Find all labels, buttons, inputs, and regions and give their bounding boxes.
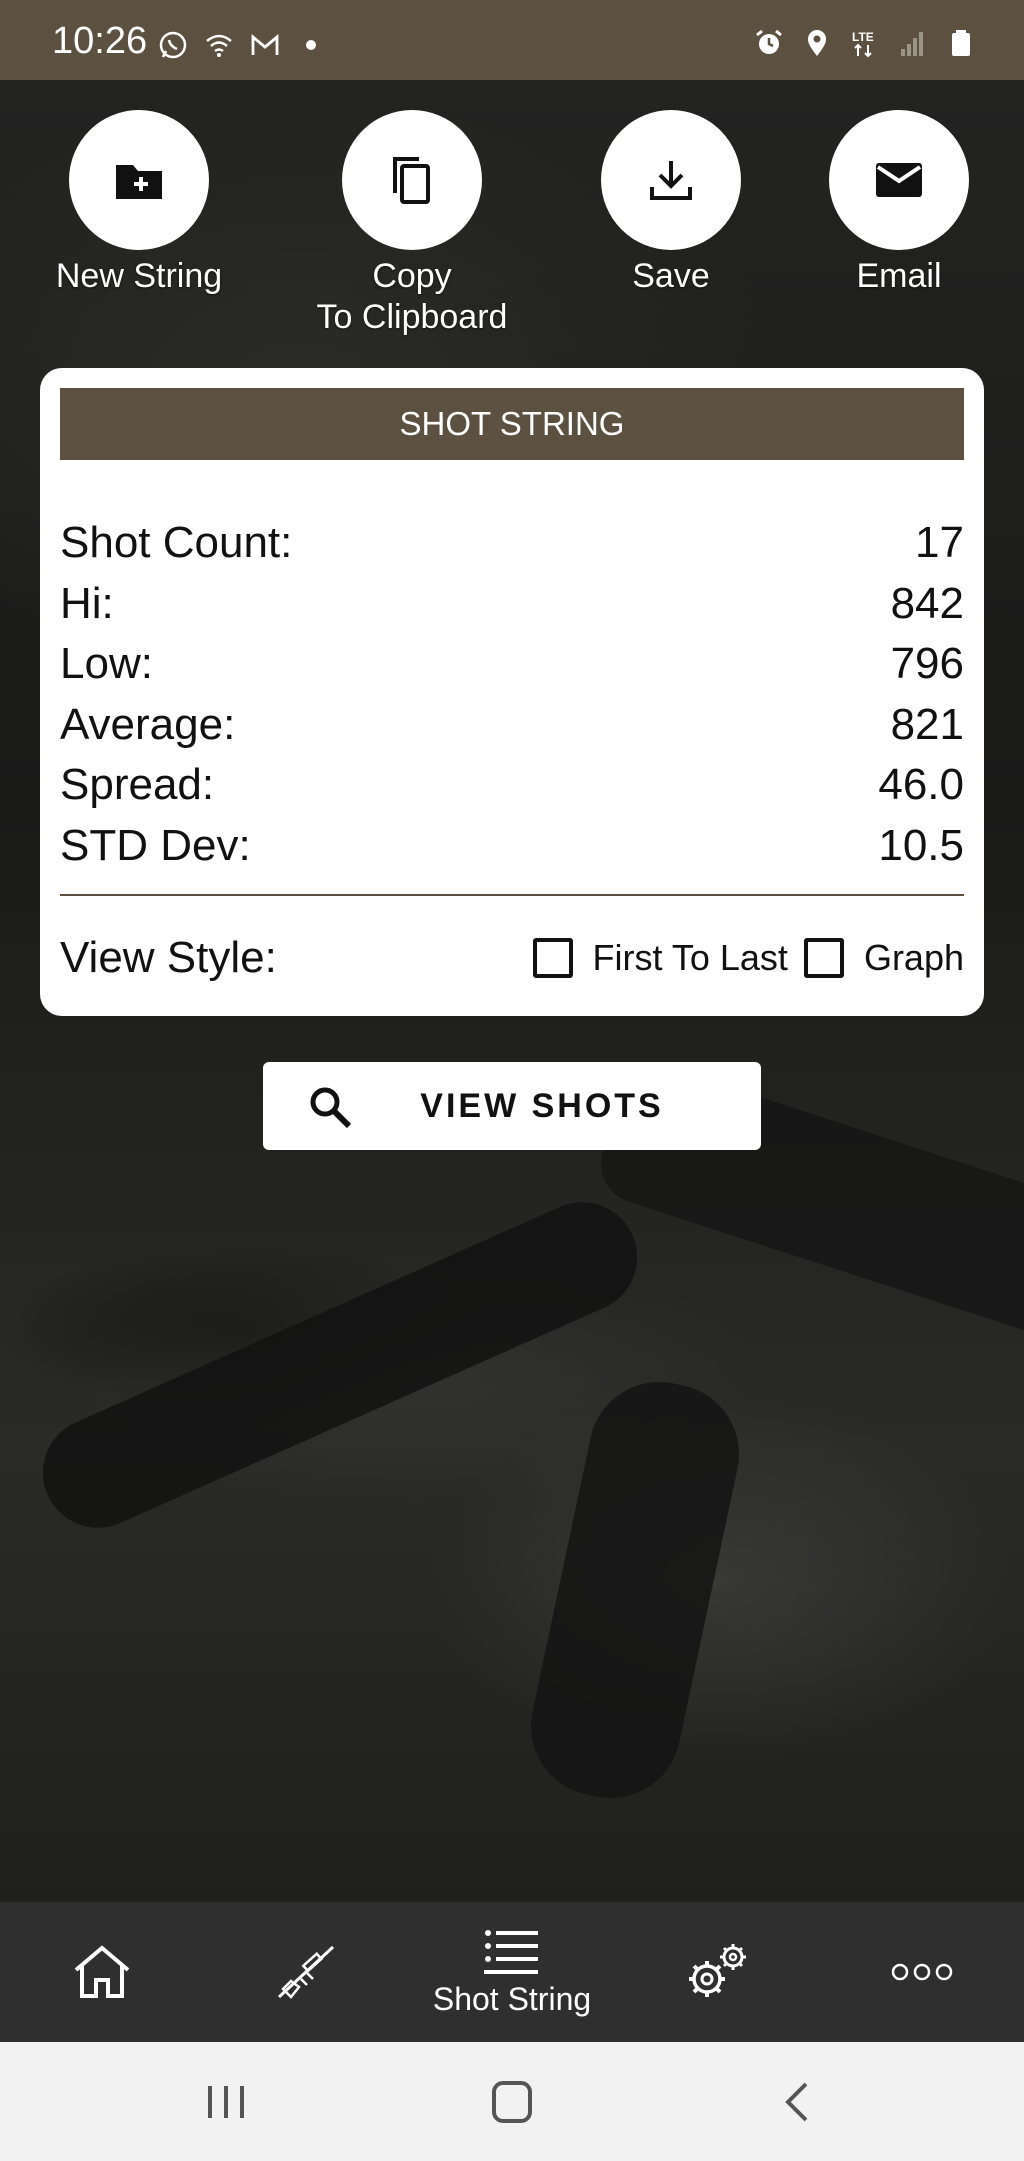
- whatsapp-icon: [159, 31, 187, 59]
- lte-icon: LTE: [852, 30, 874, 58]
- stat-row-shot-count: Shot Count: 17: [60, 513, 964, 574]
- bottom-nav: Shot String: [0, 1902, 1024, 2042]
- copy-to-clipboard-label: Copy To Clipboard: [316, 257, 508, 336]
- background-bipod-grip: [517, 1368, 753, 1812]
- stat-value: 17: [915, 518, 964, 568]
- view-shots-button[interactable]: VIEW SHOTS: [263, 1062, 761, 1150]
- stat-label: Hi:: [60, 578, 114, 628]
- email-label: Email: [856, 257, 942, 295]
- wifi-icon: [206, 34, 232, 57]
- save-label: Save: [632, 257, 710, 295]
- folder-plus-icon: [116, 165, 162, 199]
- save-button[interactable]: Save: [561, 110, 781, 297]
- stat-value: 796: [890, 639, 964, 689]
- status-bar: 10:26 LTE: [0, 0, 1024, 80]
- stat-value: 46.0: [878, 760, 964, 810]
- stat-label: Low:: [60, 639, 153, 689]
- stat-row-std-dev: STD Dev: 10.5: [60, 816, 964, 877]
- first-to-last-label[interactable]: First To Last: [593, 937, 788, 979]
- stat-value: 821: [890, 699, 964, 749]
- save-circle[interactable]: [601, 110, 741, 250]
- copy-icon: [393, 157, 430, 204]
- stat-label: Shot Count:: [60, 518, 293, 568]
- home-button-icon[interactable]: [486, 2080, 538, 2124]
- gmail-icon: [251, 34, 279, 55]
- stat-row-average: Average: 821: [60, 695, 964, 756]
- download-icon: [650, 161, 692, 200]
- nav-more[interactable]: [872, 1902, 972, 2042]
- copy-to-clipboard-button[interactable]: Copy To Clipboard: [302, 110, 522, 338]
- recent-apps-icon[interactable]: [200, 2080, 252, 2124]
- back-icon[interactable]: [772, 2080, 824, 2124]
- stat-row-low: Low: 796: [60, 634, 964, 695]
- stat-label: Spread:: [60, 760, 215, 810]
- home-icon: [74, 1945, 130, 1998]
- view-style-row: View Style: First To Last Graph: [60, 928, 964, 988]
- card-divider: [60, 894, 964, 896]
- stats-list: Shot Count: 17 Hi: 842 Low: 796 Average:…: [60, 513, 964, 876]
- stat-label: Average:: [60, 699, 236, 749]
- stat-label: STD Dev:: [60, 820, 251, 870]
- dot-icon: [306, 40, 316, 50]
- shot-string-card: SHOT STRING Shot Count: 17 Hi: 842 Low: …: [40, 368, 984, 1016]
- battery-icon: [952, 30, 970, 56]
- email-circle[interactable]: [829, 110, 969, 250]
- view-shots-label: VIEW SHOTS: [420, 1086, 664, 1125]
- nav-shot-string-label: Shot String: [432, 1980, 592, 2017]
- view-style-label: View Style:: [60, 933, 277, 982]
- svg-text:LTE: LTE: [852, 30, 874, 44]
- status-icons-right: LTE: [754, 28, 976, 58]
- card-title: SHOT STRING: [60, 388, 964, 460]
- location-icon: [808, 30, 826, 56]
- graph-label[interactable]: Graph: [864, 937, 964, 979]
- list-icon: [484, 1929, 538, 1974]
- signal-icon: [901, 32, 923, 56]
- stat-row-spread: Spread: 46.0: [60, 755, 964, 816]
- new-string-button[interactable]: New String: [29, 110, 249, 297]
- background-bipod-leg: [25, 1184, 655, 1546]
- nav-settings[interactable]: [668, 1902, 768, 2042]
- mail-icon: [876, 163, 922, 197]
- graph-checkbox[interactable]: [803, 938, 844, 978]
- new-string-label: New String: [55, 257, 223, 295]
- copy-circle[interactable]: [342, 110, 482, 250]
- status-time: 10:26: [52, 20, 148, 62]
- nav-shot-string[interactable]: Shot String: [412, 1902, 612, 2042]
- nav-home[interactable]: [52, 1902, 152, 2042]
- rifle-icon: [277, 1945, 335, 1999]
- first-to-last-checkbox[interactable]: [532, 938, 573, 978]
- new-string-circle[interactable]: [69, 110, 209, 250]
- email-button[interactable]: Email: [789, 110, 1009, 297]
- stat-row-hi: Hi: 842: [60, 574, 964, 635]
- system-nav-bar: [0, 2042, 1024, 2161]
- more-icon: [891, 1963, 953, 1981]
- nav-rifle[interactable]: [256, 1902, 356, 2042]
- alarm-icon: [756, 29, 782, 54]
- status-icons-left: [158, 30, 326, 60]
- stat-value: 10.5: [878, 820, 964, 870]
- stat-value: 842: [890, 578, 964, 628]
- gears-icon: [689, 1944, 746, 1997]
